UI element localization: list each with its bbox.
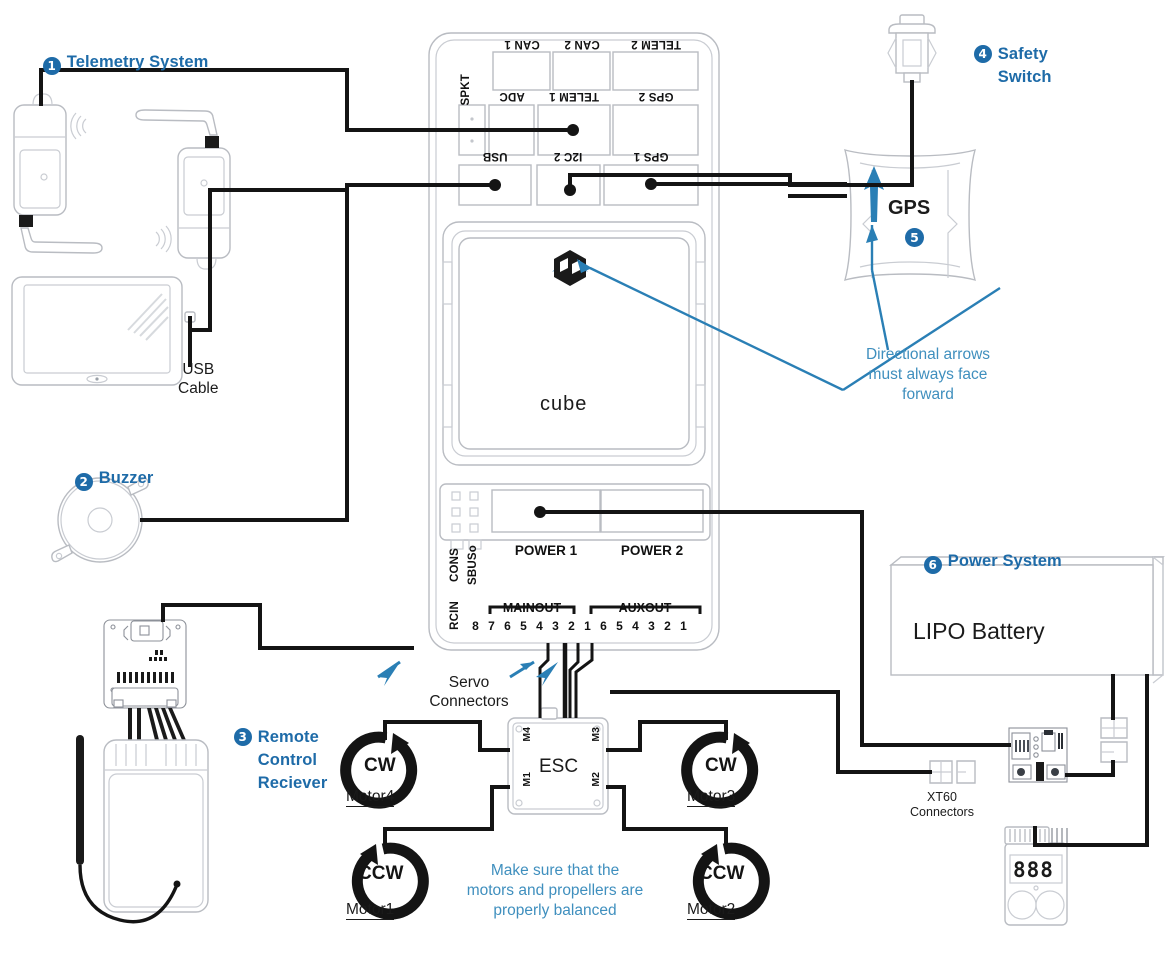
section-label-buzzer: Buzzer (98, 469, 154, 487)
esc-pin-m4: M4 (521, 727, 533, 742)
mainout-pin-6: 6 (504, 619, 511, 633)
section-heading-rc-receiver: 3 Remote Control Reciever (215, 703, 327, 818)
mainout-pin-5: 5 (520, 619, 527, 633)
esc-pin-m2: M2 (590, 772, 602, 787)
badge-2: 2 (74, 473, 93, 491)
auxout-pin-6: 6 (600, 619, 607, 633)
esc-pin-m1: M1 (521, 772, 533, 787)
gps-label: GPS (888, 197, 931, 219)
section-label-rc-receiver: Remote Control Reciever (257, 728, 328, 792)
motor3-name-label: Motor3 (687, 788, 736, 807)
section-label-power-system: Power System (947, 552, 1062, 570)
port-label-spkt: SPKT (460, 74, 472, 106)
esc-label: ESC (539, 756, 579, 777)
xt60-connector-pair-battery (1100, 717, 1128, 763)
auxout-pin-2: 2 (664, 619, 671, 633)
port-label-usb: USB (482, 150, 508, 162)
port-label-rcin: RCIN (449, 601, 461, 630)
badge-4: 4 (973, 45, 992, 63)
battery-checker-display: 888 (1013, 858, 1054, 882)
section-label-telemetry: Telemetry System (66, 53, 209, 71)
mainout-pin-8: 8 (472, 619, 479, 633)
motor1-name-label: Motor1 (346, 901, 395, 920)
motor2-name-label: Motor2 (687, 901, 736, 920)
motor1-rotation-label: CCW (358, 863, 404, 884)
port-label-gps1: GPS 1 (633, 150, 669, 162)
xt60-connectors-label: XT60 Connectors (910, 790, 974, 819)
mainout-pin-7: 7 (488, 619, 495, 633)
usb-cable-label: USB Cable (178, 361, 219, 397)
section-heading-power-system: 6 Power System (905, 533, 1062, 593)
xt60-connector-pair-left (929, 760, 976, 784)
section-heading-telemetry: 1 Telemetry System (24, 34, 208, 94)
port-label-telem2: TELEM 2 (631, 38, 681, 50)
port-label-gps2: GPS 2 (638, 90, 674, 102)
servo-connectors-label: Servo Connectors (429, 674, 509, 710)
mainout-pin-4: 4 (536, 619, 543, 633)
port-label-can2: CAN 2 (564, 38, 600, 50)
esc-pin-m3: M3 (590, 727, 602, 742)
power-module-pcb (1008, 727, 1068, 783)
mainout-pin-3: 3 (552, 619, 559, 633)
port-label-power1: POWER 1 (514, 543, 578, 558)
section-heading-safety-switch: 4 Safety Switch (955, 20, 1052, 112)
motor4-name-label: Motor4 (346, 788, 395, 807)
diagram-artwork: .w{stroke:#141414;stroke-width:4;fill:no… (11, 14, 1165, 926)
lipo-battery-label: LIPO Battery (913, 618, 1045, 644)
auxout-pin-row: 6 5 4 3 2 1 (597, 619, 690, 633)
badge-1: 1 (42, 57, 61, 75)
badge-3: 3 (233, 728, 252, 746)
motor2-rotation-label: CCW (699, 863, 745, 884)
port-label-adc: ADC (499, 90, 525, 102)
port-label-power2: POWER 2 (620, 543, 684, 558)
balance-note: Make sure that the motors and propellers… (466, 862, 644, 919)
mainout-pin-1: 1 (584, 619, 591, 633)
rail-label-mainout: MAINOUT (502, 601, 562, 615)
port-label-cons: CONS (449, 548, 461, 583)
motor4-rotation-label: CW (364, 755, 396, 776)
auxout-pin-1: 1 (680, 619, 687, 633)
wiring-diagram-canvas: .w{stroke:#141414;stroke-width:4;fill:no… (0, 0, 1172, 953)
wire-servo-bundle (538, 643, 594, 718)
wire-esc-to-xt60 (610, 690, 932, 774)
rc-receiver-module (76, 619, 209, 924)
section-heading-buzzer: 2 Buzzer (56, 450, 153, 510)
motor3-rotation-label: CW (705, 755, 737, 776)
section-label-safety-switch: Safety Switch (997, 45, 1052, 86)
directional-arrows-note: Directional arrows must always face forw… (865, 346, 991, 403)
badge-5: 5 (905, 228, 924, 247)
cube-brand-label: cube (540, 393, 588, 415)
safety-switch-device (887, 14, 937, 83)
mainout-pin-row: 8 7 6 5 4 3 2 1 (469, 619, 594, 633)
port-label-telem1: TELEM 1 (549, 90, 599, 102)
auxout-pin-5: 5 (616, 619, 623, 633)
port-label-sbuso: SBUSo (467, 545, 479, 585)
wire-rc-receiver-to-rcin (161, 603, 414, 650)
port-label-i2c2: I2C 2 (553, 150, 583, 162)
rail-label-auxout: AUXOUT (618, 601, 672, 615)
mainout-pin-2: 2 (568, 619, 575, 633)
annotation-line-to-gps (870, 269, 890, 351)
auxout-pin-3: 3 (648, 619, 655, 633)
ground-station-tablet (11, 276, 183, 386)
badge-6: 6 (923, 556, 942, 574)
auxout-pin-4: 4 (632, 619, 639, 633)
port-label-can1: CAN 1 (504, 38, 540, 50)
